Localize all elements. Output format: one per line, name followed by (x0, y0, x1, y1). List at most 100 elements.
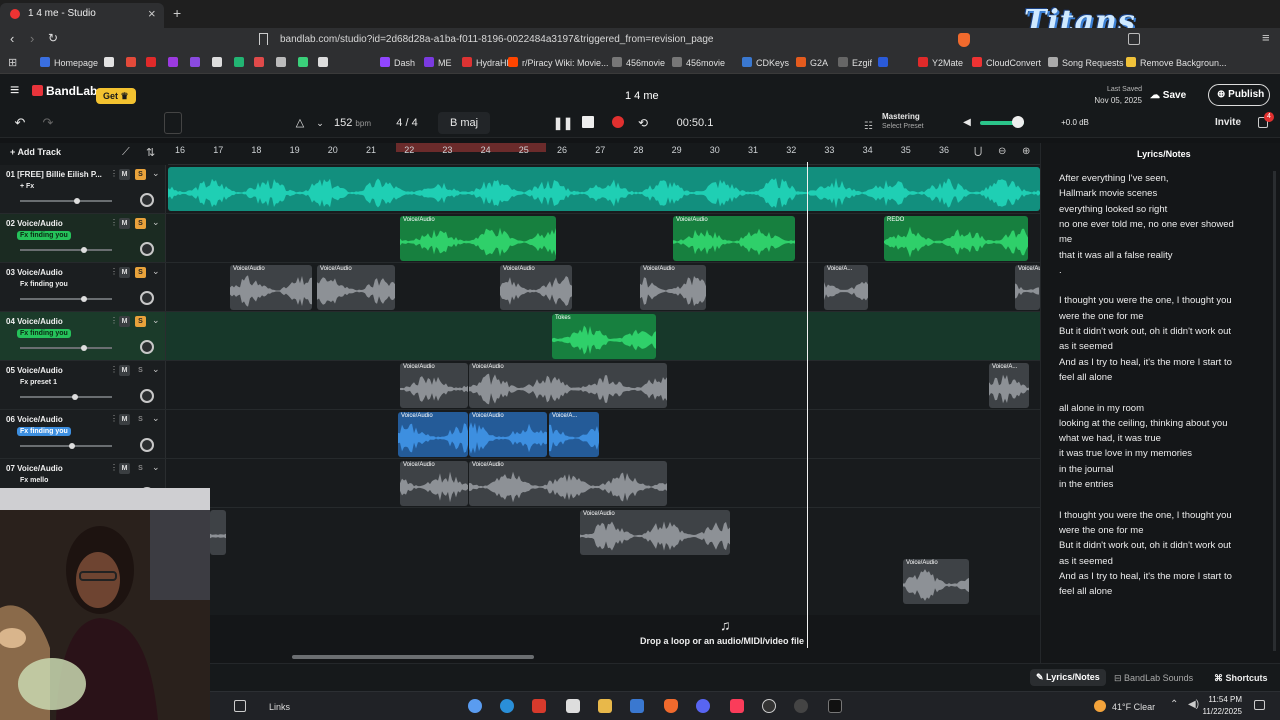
brave-shield-icon[interactable] (958, 33, 970, 47)
chevron-down-icon[interactable]: ⌄ (152, 217, 160, 228)
master-volume-knob[interactable] (1012, 116, 1024, 128)
mute-button[interactable]: M (119, 463, 130, 474)
zoom-in-icon[interactable]: ⊕ (1022, 146, 1030, 157)
audio-clip[interactable]: Voice/Audio (400, 216, 556, 261)
invite-button[interactable]: Invite (1208, 112, 1248, 134)
bookmark-9[interactable] (276, 55, 290, 71)
shortcuts-tab[interactable]: ⌘ Shortcuts (1214, 673, 1268, 684)
pan-knob[interactable] (140, 340, 154, 354)
loop-icon[interactable]: ⟲ (634, 112, 652, 134)
track-header[interactable]: 03 Voice/Audio Fx finding you M S ⌄ ⋮ (0, 263, 166, 311)
track-fx[interactable]: Fx finding you (17, 427, 71, 436)
store-icon[interactable] (630, 699, 644, 713)
bookmark-25[interactable]: Remove Backgroun... (1126, 55, 1227, 71)
brave-icon[interactable] (664, 699, 678, 713)
bookmark-6[interactable] (212, 55, 226, 71)
track-name[interactable]: 03 Voice/Audio (6, 268, 63, 277)
bookmark-13[interactable]: ME (424, 55, 452, 71)
pan-knob[interactable] (140, 242, 154, 256)
audio-clip[interactable]: Voice/Audio (580, 510, 730, 555)
track-volume-slider[interactable] (20, 396, 112, 398)
copilot-icon[interactable] (468, 699, 482, 713)
undo-icon[interactable]: ↶ (10, 112, 30, 134)
redo-icon[interactable]: ↷ (38, 112, 58, 134)
audio-clip[interactable]: Tokes (552, 314, 656, 359)
menu-icon[interactable]: ≡ (1262, 30, 1270, 45)
bookmark-5[interactable] (190, 55, 204, 71)
bookmark-17[interactable]: 456movie (672, 55, 725, 71)
zoom-out-icon[interactable]: ⊖ (998, 146, 1006, 157)
track-volume-slider[interactable] (20, 445, 112, 447)
track-name[interactable]: 01 [FREE] Billie Eilish P... (6, 170, 102, 179)
audio-clip[interactable]: Voice/Audio (400, 363, 468, 408)
clock-time[interactable]: 11:54 PM (1206, 695, 1242, 704)
bookmark-2[interactable] (126, 55, 140, 71)
track-volume-knob[interactable] (68, 443, 75, 449)
url-field[interactable]: bandlab.com/studio?id=2d68d28a-a1ba-f011… (280, 31, 860, 49)
horizontal-scrollbar[interactable] (292, 655, 534, 659)
mute-button[interactable]: M (119, 316, 130, 327)
panel-toggle-icon[interactable] (164, 112, 182, 134)
bookmark-16[interactable]: 456movie (612, 55, 665, 71)
bookmark-0[interactable]: Homepage (40, 55, 98, 71)
track-volume-knob[interactable] (81, 296, 88, 302)
chevron-down-icon[interactable]: ⌄ (152, 364, 160, 375)
solo-button[interactable]: S (135, 169, 146, 180)
chevron-down-icon[interactable]: ⌄ (152, 266, 160, 277)
track-name[interactable]: 04 Voice/Audio (6, 317, 63, 326)
taskbar-links[interactable]: Links (269, 702, 290, 712)
pan-knob[interactable] (140, 389, 154, 403)
track-more-icon[interactable]: ⋮ (110, 414, 118, 423)
audio-clip[interactable] (168, 167, 1040, 211)
apps-grid-icon[interactable]: ⊞ (8, 56, 17, 69)
app-red-icon[interactable] (532, 699, 546, 713)
solo-button[interactable]: S (135, 414, 146, 425)
drop-zone[interactable]: ♫ Drop a loop or an audio/MIDI/video fil… (168, 615, 1040, 663)
audio-clip[interactable]: Voice/A... (549, 412, 599, 457)
dc-app-icon[interactable] (566, 699, 580, 713)
track-more-icon[interactable]: ⋮ (110, 267, 118, 276)
save-button[interactable]: ☁ Save (1150, 86, 1202, 106)
track-fx[interactable]: Fx finding you (17, 280, 71, 289)
metronome-icon[interactable]: △ (292, 112, 308, 134)
pan-knob[interactable] (140, 193, 154, 207)
get-button[interactable]: Get ♛ (96, 88, 136, 104)
audio-clip[interactable]: Voice/Audio (398, 412, 468, 457)
solo-button[interactable]: S (135, 267, 146, 278)
track-volume-knob[interactable] (81, 247, 88, 253)
track-name[interactable]: 07 Voice/Audio (6, 464, 63, 473)
audio-clip[interactable]: Voice/Audio (640, 265, 706, 310)
track-fx[interactable]: + Fx (17, 182, 37, 191)
audio-clip[interactable] (210, 510, 226, 555)
bookmark-7[interactable] (234, 55, 248, 71)
pan-knob[interactable] (140, 291, 154, 305)
time-signature[interactable]: 4 / 4 (388, 112, 426, 134)
bookmark-19[interactable]: G2A (796, 55, 828, 71)
bandlab-sounds-tab[interactable]: ⊟ BandLab Sounds (1114, 673, 1193, 684)
bookmark-8[interactable] (254, 55, 268, 71)
chevron-down-icon[interactable]: ⌄ (152, 413, 160, 424)
track-fx[interactable]: Fx finding you (17, 231, 71, 240)
track-settings-icon[interactable]: ⇅ (146, 146, 155, 159)
mute-button[interactable]: M (119, 169, 130, 180)
edge-icon[interactable] (500, 699, 514, 713)
audio-clip[interactable]: Voice/Audio (673, 216, 795, 261)
new-tab-button[interactable]: + (173, 5, 181, 21)
bookmark-23[interactable]: CloudConvert (972, 55, 1041, 71)
lyrics-scrollbar[interactable] (1273, 171, 1276, 651)
bookmark-24[interactable]: Song Requests (1048, 55, 1124, 71)
bookmark-1[interactable] (104, 55, 118, 71)
music-app-icon[interactable] (730, 699, 744, 713)
solo-button[interactable]: S (135, 218, 146, 229)
audio-clip[interactable]: Voice/Audio (317, 265, 395, 310)
bookmark-10[interactable] (298, 55, 312, 71)
track-name[interactable]: 06 Voice/Audio (6, 415, 63, 424)
audio-clip[interactable]: Voice/Audio (469, 412, 547, 457)
track-fx[interactable]: Fx finding you (17, 329, 71, 338)
discord-icon[interactable] (696, 699, 710, 713)
weather-text[interactable]: 41°F Clear (1112, 702, 1155, 712)
bookmark-4[interactable] (168, 55, 182, 71)
audio-clip[interactable]: REDO (884, 216, 1028, 261)
automation-icon[interactable]: ⟋ (122, 146, 130, 159)
track-volume-slider[interactable] (20, 200, 112, 202)
